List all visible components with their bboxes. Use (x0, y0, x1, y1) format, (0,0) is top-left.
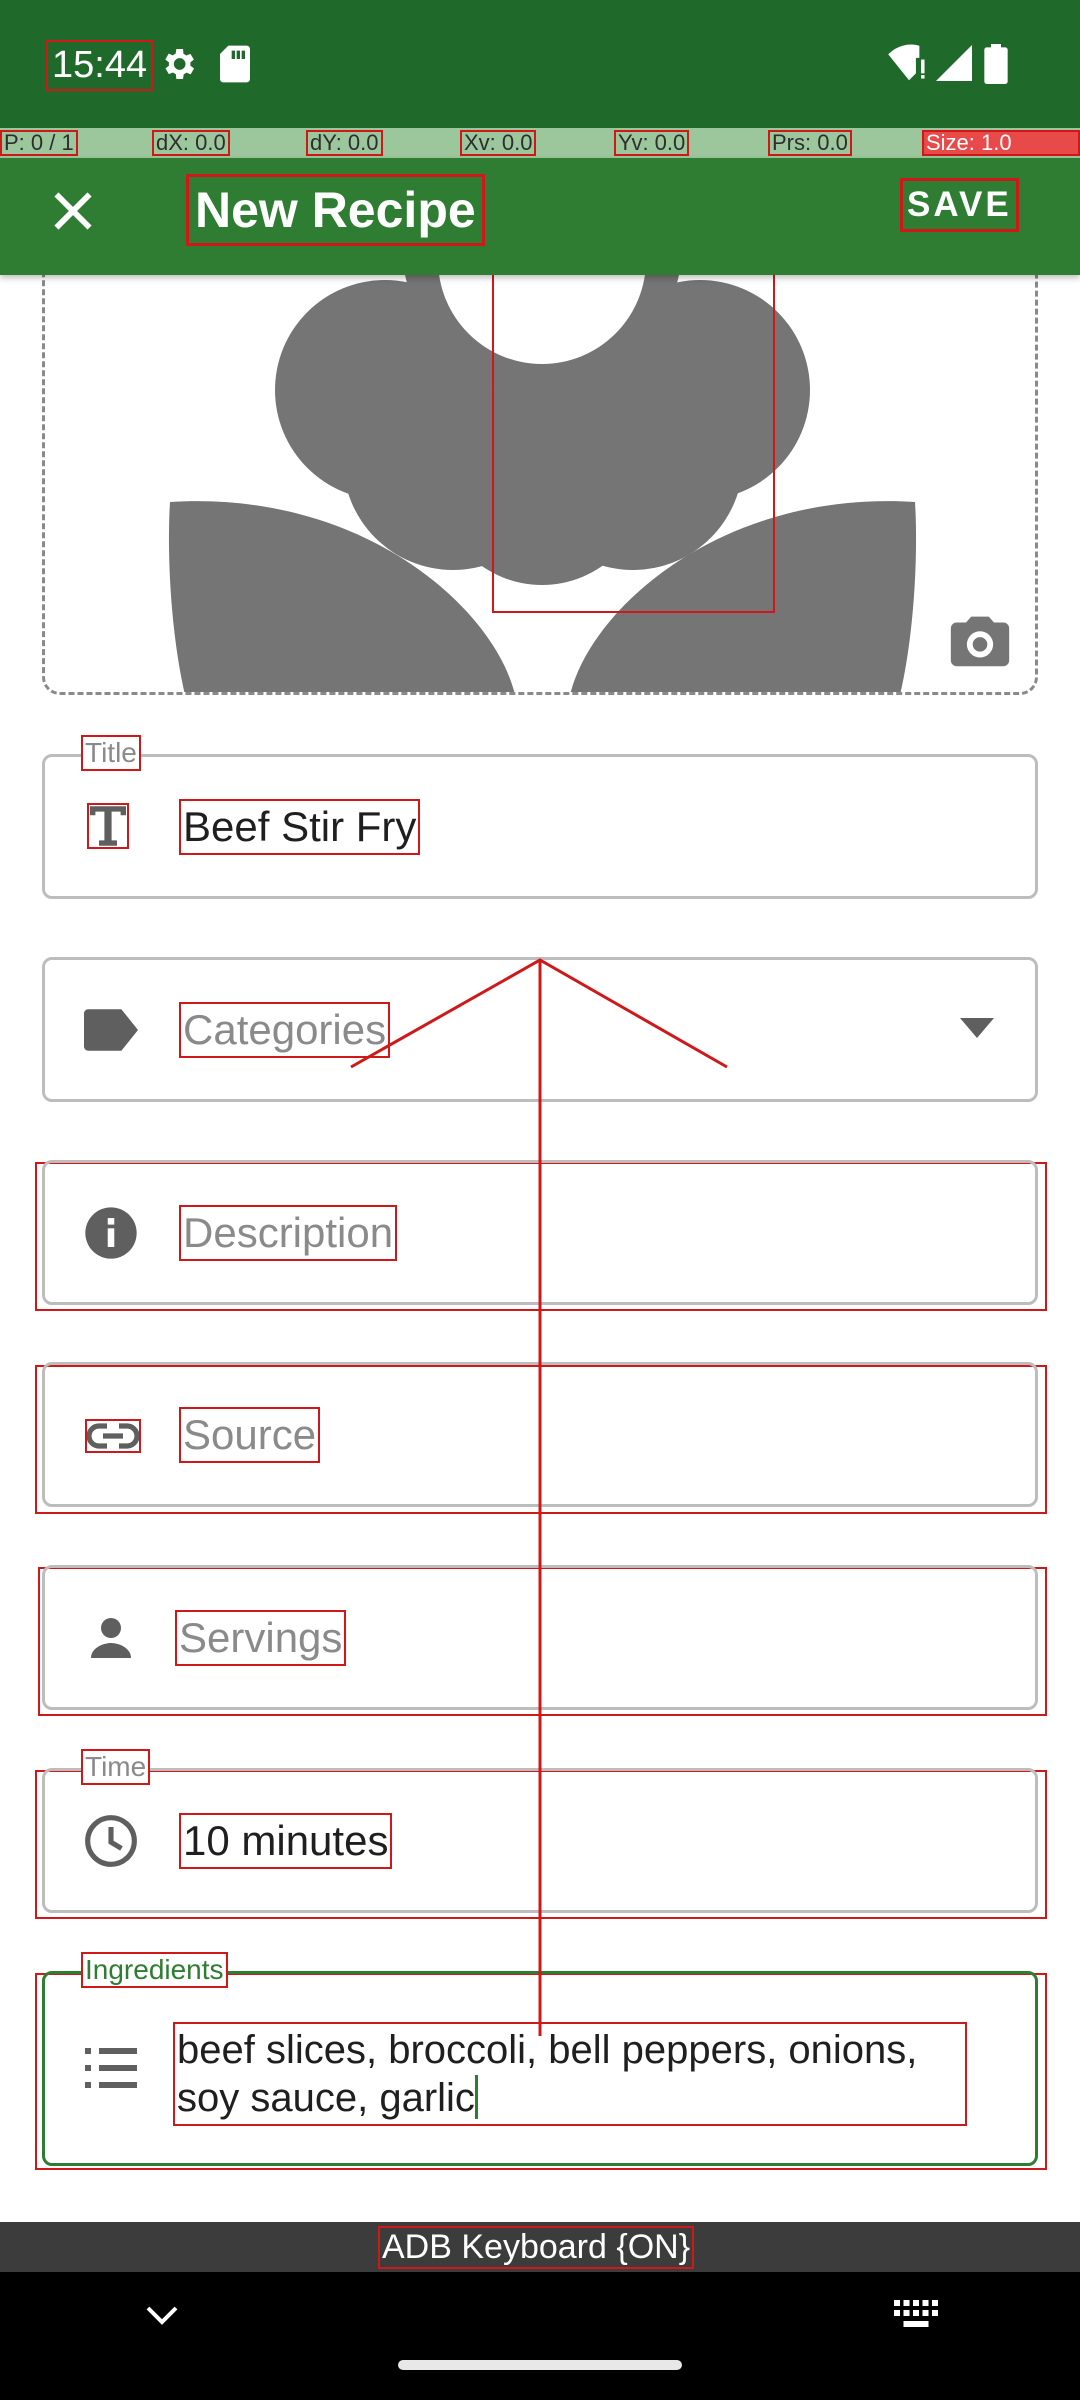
label-tag-icon (81, 1000, 141, 1060)
close-icon[interactable] (44, 182, 102, 240)
home-gesture-pill[interactable] (398, 2360, 682, 2370)
signal-icon (936, 44, 972, 87)
title-field-label: Title (81, 735, 141, 771)
categories-placeholder: Categories (179, 1002, 391, 1058)
debug-pointer: P: 0 / 1 (0, 130, 78, 156)
ingredients-line-1: beef slices, broccoli, bell peppers, oni… (177, 2028, 918, 2072)
page-title: New Recipe (186, 174, 485, 246)
title-icon (87, 803, 129, 849)
debug-size: Size: 1.0 (922, 130, 1080, 156)
keyboard-status-bar: ADB Keyboard {ON} (0, 2222, 1080, 2272)
debug-xv: Xv: 0.0 (460, 130, 537, 156)
app-bar: New Recipe SAVE (0, 158, 1080, 275)
description-input[interactable]: Description (179, 1205, 398, 1261)
debug-dy: dY: 0.0 (306, 130, 383, 156)
source-input[interactable]: Source (179, 1407, 321, 1463)
hide-keyboard-icon[interactable] (146, 2306, 178, 2331)
person-icon (81, 1608, 141, 1668)
sd-card-icon (218, 44, 252, 89)
info-icon (81, 1203, 141, 1263)
servings-field[interactable]: Servings (42, 1565, 1038, 1710)
adb-keyboard-label: ADB Keyboard {ON} (378, 2226, 695, 2269)
camera-icon[interactable] (945, 610, 1015, 675)
title-input[interactable]: Beef Stir Fry (179, 799, 421, 855)
settings-icon (158, 44, 198, 89)
debug-outline (492, 268, 775, 613)
debug-dx: dX: 0.0 (152, 130, 230, 156)
ingredients-field-label: Ingredients (81, 1952, 228, 1988)
status-time: 15:44 (46, 40, 154, 91)
clock-icon (81, 1811, 141, 1871)
ingredients-line-2: soy sauce, garlic (177, 2076, 475, 2120)
time-input[interactable]: 10 minutes (179, 1813, 393, 1869)
description-field[interactable]: Description (42, 1160, 1038, 1305)
source-field[interactable]: Source (42, 1362, 1038, 1507)
dropdown-arrow-icon[interactable] (960, 1018, 994, 1043)
time-field-label: Time (81, 1749, 151, 1785)
wifi-icon (888, 44, 930, 87)
debug-yv: Yv: 0.0 (614, 130, 690, 156)
list-icon (81, 2038, 141, 2098)
title-field[interactable]: Title Beef Stir Fry (42, 735, 1038, 899)
debug-prs: Prs: 0.0 (768, 130, 852, 156)
categories-dropdown[interactable]: Categories (42, 957, 1038, 1102)
battery-icon (984, 44, 1008, 89)
servings-input[interactable]: Servings (175, 1610, 347, 1666)
ingredients-field[interactable]: Ingredients beef slices, broccoli, bell … (42, 1952, 1038, 2166)
save-button[interactable]: SAVE (900, 178, 1019, 232)
navigation-bar (0, 2272, 1080, 2400)
ingredients-input[interactable]: beef slices, broccoli, bell peppers, oni… (173, 2022, 967, 2126)
text-cursor (474, 2075, 478, 2119)
time-field[interactable]: Time 10 minutes (42, 1749, 1038, 1913)
keyboard-icon[interactable] (894, 2300, 938, 2333)
pointer-location-bar: P: 0 / 1 dX: 0.0 dY: 0.0 Xv: 0.0 Yv: 0.0… (0, 128, 1080, 158)
link-icon (85, 1419, 141, 1453)
status-bar: 15:44 (0, 0, 1080, 128)
